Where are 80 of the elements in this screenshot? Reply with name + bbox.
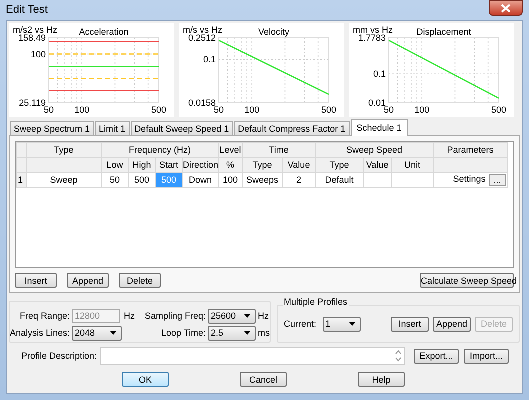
axis-label: 500 (151, 105, 167, 115)
dialog-button[interactable]: Cancel (240, 372, 287, 387)
table-cell[interactable]: Sweeps (242, 172, 283, 188)
column-header: Value (282, 158, 316, 172)
profile-button[interactable]: Append (433, 316, 471, 332)
analysis-lines-dropdown[interactable]: 2048 (72, 326, 122, 340)
column-header: Type (26, 142, 102, 158)
axis-label: 500 (491, 105, 507, 115)
axis-label: 500 (321, 105, 337, 115)
axis-label: 1.7783 (358, 33, 386, 43)
table-cell[interactable]: 100 (218, 172, 243, 188)
axis-label: 100 (244, 105, 260, 115)
unit-label: Hz (258, 311, 270, 321)
field-label: Profile Description: (20, 351, 97, 361)
axis-title: m/s2 vs Hz (13, 25, 58, 35)
table-cell[interactable]: Down (182, 172, 219, 188)
table-action-button[interactable]: Delete (119, 273, 161, 288)
tab[interactable]: Limit 1 (95, 121, 130, 135)
tab[interactable]: Sweep Spectrum 1 (10, 121, 94, 135)
chart-title: Displacement (416, 27, 472, 37)
axis-label: 0.1 (203, 54, 216, 65)
axis-title: m/s vs Hz (183, 25, 222, 35)
chart-title: Acceleration (79, 27, 129, 37)
unit-label: Hz (124, 311, 136, 321)
axis-label: 0.0158 (188, 98, 216, 108)
column-header: Type (242, 158, 283, 172)
tab[interactable]: Default Sweep Speed 1 (130, 121, 234, 135)
column-header: High (128, 158, 156, 172)
sampling-freq-dropdown[interactable]: 25600 (208, 308, 256, 324)
column-header: Time (242, 142, 316, 158)
unit-label: ms (258, 328, 271, 338)
column-header: Parameters (434, 142, 508, 158)
table-action-button[interactable]: Append (67, 273, 109, 288)
field-label: Current: (284, 319, 317, 329)
current-profile-dropdown[interactable]: 1 (322, 316, 361, 332)
axis-label: 0.1 (373, 69, 386, 80)
tab[interactable]: Default Compress Factor 1 (234, 121, 350, 135)
column-header: Start (156, 158, 182, 172)
profile-button[interactable]: Insert (391, 316, 429, 332)
row-number: 1 (16, 172, 26, 188)
column-header: Value (364, 158, 392, 172)
axis-label: 100 (74, 105, 90, 115)
table-action-button[interactable]: Insert (15, 273, 57, 288)
axis-label: 100 (30, 49, 46, 60)
column-header: Sweep Speed (316, 142, 434, 158)
axis-title: mm vs Hz (353, 25, 393, 35)
column-header: Type (316, 158, 364, 172)
dialog-button[interactable]: Help (358, 372, 405, 387)
window-title: Edit Test (6, 4, 48, 16)
file-button[interactable]: Export... (414, 348, 459, 364)
loop-time-dropdown[interactable]: 2.5 (208, 326, 256, 340)
table-action-button[interactable]: Calculate Sweep Speed (420, 273, 514, 288)
table-cell[interactable]: 2 (282, 172, 316, 188)
ellipsis-button[interactable]: ... (489, 174, 506, 186)
axis-label: 158.49 (18, 33, 46, 43)
column-header: Level (218, 142, 243, 158)
axis-label: 0.2512 (188, 33, 216, 43)
column-header: Frequency (Hz) (102, 142, 219, 158)
axis-label: 50 (214, 105, 224, 115)
field-label: Freq Range: (18, 311, 70, 321)
column-header: Direction (182, 158, 219, 172)
chart-title: Velocity (258, 27, 290, 37)
column-header: Unit (392, 158, 434, 172)
group-title: Multiple Profiles (283, 297, 349, 307)
field-label: Analysis Lines: (10, 328, 70, 338)
column-header: Low (102, 158, 128, 172)
axis-label: 0.01 (368, 98, 386, 108)
tab[interactable]: Schedule 1 (350, 119, 408, 136)
field-label: Loop Time: (160, 328, 206, 338)
axis-label: 50 (44, 105, 54, 115)
field-label: Sampling Freq: (144, 311, 206, 321)
axis-label: 100 (414, 105, 430, 115)
table-cell[interactable]: Sweep (26, 172, 102, 188)
table-cell[interactable]: Settings ... (434, 172, 508, 188)
axis-label: 25.119 (19, 98, 46, 108)
axis-label: 50 (384, 105, 394, 115)
table-cell[interactable]: 50 (102, 172, 128, 188)
file-button[interactable]: Import... (464, 348, 509, 364)
dialog-button[interactable]: OK (122, 372, 169, 387)
table-cell[interactable]: Default (316, 172, 364, 188)
